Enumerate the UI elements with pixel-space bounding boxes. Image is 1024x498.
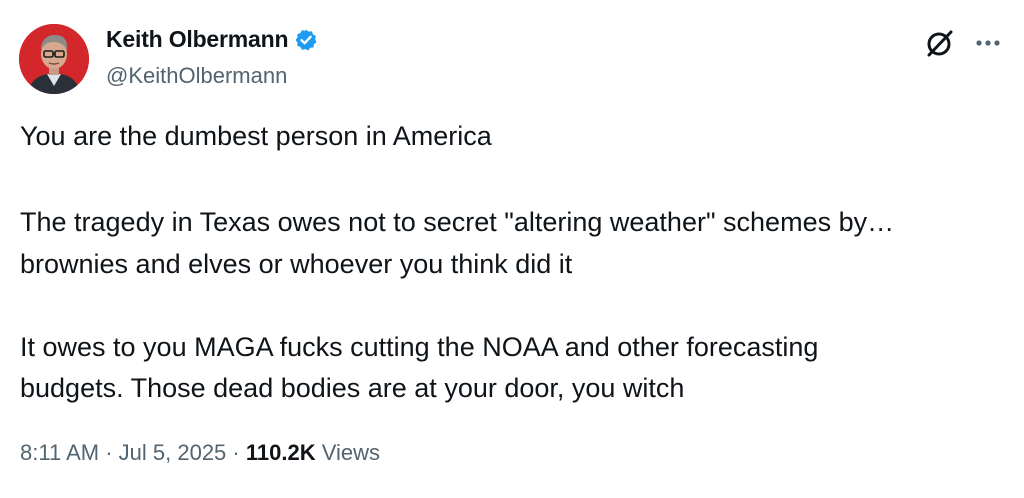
author-name[interactable]: Keith Olbermann <box>106 26 289 53</box>
grok-slash-icon[interactable] <box>923 26 957 60</box>
tweet-card: Keith Olbermann @KeithOlbermann You are … <box>0 0 1024 498</box>
views-count: 110.2K <box>245 440 316 465</box>
more-dots-icon[interactable] <box>968 28 1008 58</box>
meta-separator: · <box>99 440 119 465</box>
tweet-time[interactable]: 8:11 AM <box>20 440 99 465</box>
author-handle[interactable]: @KeithOlbermann <box>106 63 287 89</box>
tweet-text-line: It owes to you MAGA fucks cutting the NO… <box>20 332 819 362</box>
author-name-row: Keith Olbermann <box>106 26 318 53</box>
tweet-text-line: The tragedy in Texas owes not to secret … <box>20 207 895 237</box>
verified-badge-icon[interactable] <box>294 28 318 52</box>
avatar-portrait-icon <box>19 24 89 94</box>
meta-separator: · <box>226 440 246 465</box>
avatar[interactable] <box>19 24 89 94</box>
tweet-text-line: brownies and elves or whoever you think … <box>20 249 573 279</box>
tweet-date[interactable]: Jul 5, 2025 <box>119 440 227 465</box>
tweet-meta: 8:11 AM · Jul 5, 2025 · 110.2K Views <box>20 440 380 466</box>
tweet-text-line: You are the dumbest person in America <box>20 121 492 151</box>
views-label: Views <box>321 440 381 465</box>
tweet-text-line: budgets. Those dead bodies are at your d… <box>20 373 685 403</box>
